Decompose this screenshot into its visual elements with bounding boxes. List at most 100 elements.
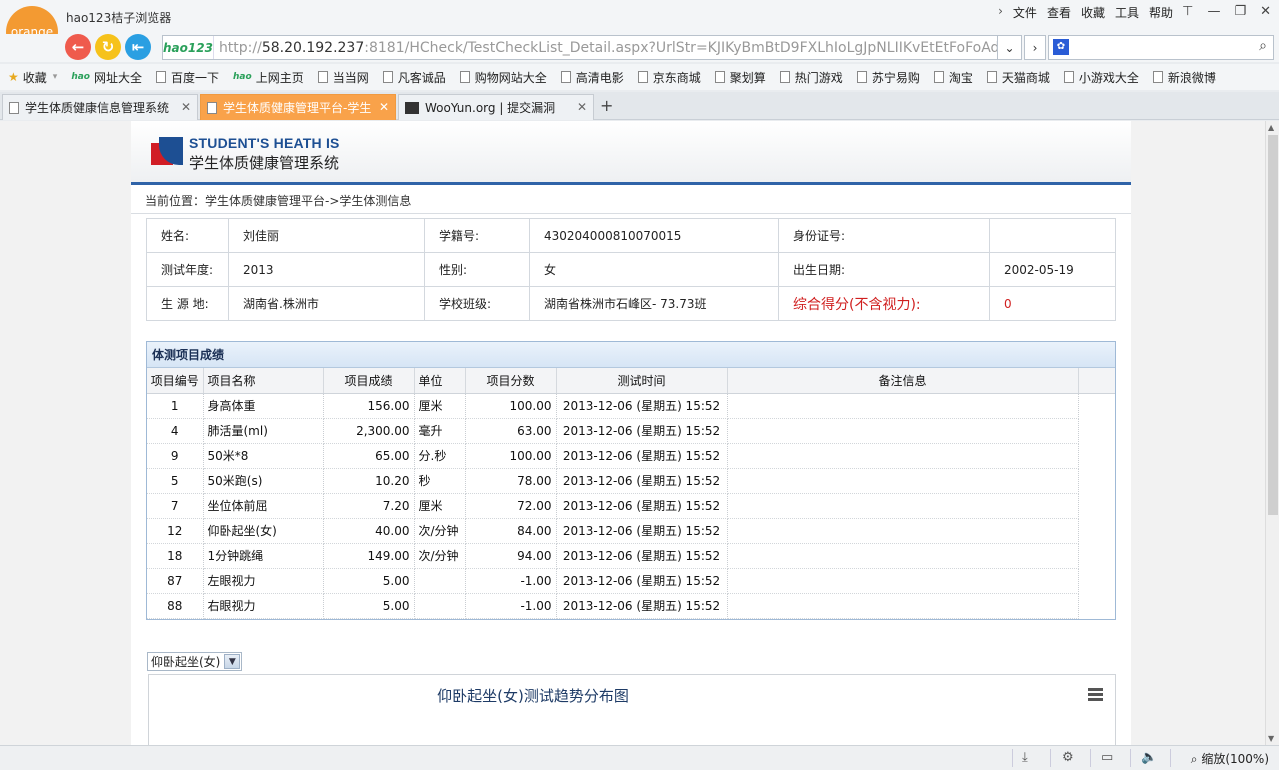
settings-gear-icon[interactable]: ⚙	[1062, 750, 1074, 765]
favorite-item[interactable]: 京东商城	[637, 69, 701, 86]
table-filler-cell	[1078, 443, 1115, 468]
total-score-label: 综合得分(不含视力):	[778, 286, 990, 321]
col-test-time: 测试时间	[556, 368, 728, 394]
table-cell: 78.00	[465, 468, 557, 494]
speaker-icon[interactable]: 🔈	[1141, 750, 1157, 765]
idcard-label: 身份证号:	[778, 218, 990, 253]
favorite-item[interactable]: 热门游戏	[779, 69, 843, 86]
favorite-label: 小游戏大全	[1078, 70, 1139, 85]
favorite-item[interactable]: 小游戏大全	[1063, 69, 1139, 86]
search-icon[interactable]: ⌕	[1259, 38, 1267, 54]
chevron-down-icon[interactable]: ▼	[224, 654, 241, 669]
window-icon[interactable]: ▭	[1101, 750, 1113, 765]
new-tab-button[interactable]: +	[600, 96, 613, 115]
table-row: 87 左眼视力 5.00 -1.00 2013-12-06 (星期五) 15:52	[147, 568, 1115, 594]
favorite-item[interactable]: 百度一下	[156, 69, 219, 86]
close-tab-icon[interactable]: ✕	[577, 100, 587, 114]
table-filler-cell	[1078, 468, 1115, 493]
menu-view[interactable]: 查看	[1047, 4, 1071, 21]
table-cell: 2013-12-06 (星期五) 15:52	[556, 443, 728, 469]
tab-health-platform[interactable]: 学生体质健康管理平台-学生 ✕	[200, 94, 396, 120]
menu-tools[interactable]: 工具	[1115, 4, 1139, 21]
minimize-button[interactable]: —	[1207, 4, 1220, 19]
table-cell	[727, 418, 1079, 444]
maximize-button[interactable]: ❐	[1234, 4, 1246, 19]
idcard-value	[989, 218, 1116, 253]
scrollbar-thumb[interactable]	[1268, 135, 1278, 515]
favorite-label: 凡客诚品	[397, 70, 446, 85]
favorite-item[interactable]: 新浪微博	[1152, 69, 1216, 86]
birth-value: 2002-05-19	[989, 252, 1116, 287]
hao123-badge-icon[interactable]: hao123	[163, 36, 214, 59]
table-cell: 5	[147, 468, 204, 494]
favorite-item[interactable]: 聚划算	[714, 69, 766, 86]
favorite-item[interactable]: 淘宝	[933, 69, 973, 86]
address-bar[interactable]: hao123 http://58.20.192.237:8181/HCheck/…	[162, 35, 1022, 60]
favorite-label: 热门游戏	[794, 70, 843, 85]
pin-icon[interactable]: ⊤	[1182, 4, 1193, 19]
table-cell: 2013-12-06 (星期五) 15:52	[556, 593, 728, 619]
favorite-item[interactable]: hao 上网主页	[233, 69, 304, 86]
tab-health-info-system[interactable]: 学生体质健康信息管理系统 ✕	[2, 94, 198, 120]
search-input[interactable]: ✿ ⌕	[1048, 35, 1274, 60]
table-cell: 2013-12-06 (星期五) 15:52	[556, 493, 728, 519]
back-button[interactable]: ←	[65, 34, 91, 60]
url-prefix: http://	[218, 39, 262, 56]
download-icon[interactable]: ⤓	[1022, 750, 1028, 765]
chart-menu-icon[interactable]	[1088, 688, 1103, 701]
page-icon	[714, 71, 725, 83]
baidu-paw-icon[interactable]: ✿	[1053, 39, 1069, 55]
page-icon	[9, 101, 19, 114]
table-cell: 10.20	[323, 468, 415, 494]
favorite-item[interactable]: 购物网站大全	[459, 69, 547, 86]
favorite-item[interactable]: 高清电影	[560, 69, 624, 86]
close-tab-icon[interactable]: ✕	[181, 100, 191, 114]
favorite-label: 苏宁易购	[871, 70, 920, 85]
chevron-right-icon[interactable]: ›	[998, 4, 1003, 21]
trend-chart: 仰卧起坐(女)测试趋势分布图	[148, 674, 1116, 745]
address-url[interactable]: http://58.20.192.237:8181/HCheck/TestChe…	[214, 39, 1022, 56]
favorite-item[interactable]: ★ 收藏 ▾	[8, 69, 57, 86]
table-cell	[727, 393, 1079, 419]
url-path: :8181/HCheck/TestCheckList_Detail.aspx?U…	[364, 39, 1022, 56]
table-row: 1 身高体重 156.00 厘米 100.00 2013-12-06 (星期五) 15:5…	[147, 393, 1115, 419]
favorite-item[interactable]: 凡客诚品	[382, 69, 446, 86]
table-cell: 63.00	[465, 418, 557, 444]
chevron-down-icon[interactable]: ▾	[53, 72, 58, 82]
wooyun-icon	[405, 101, 419, 114]
total-score-value: 0	[989, 286, 1116, 321]
forward-button[interactable]: ›	[1024, 35, 1046, 60]
table-cell: 9	[147, 443, 204, 469]
table-cell	[727, 443, 1079, 469]
scroll-up-icon[interactable]: ▲	[1268, 123, 1274, 132]
tab-wooyun[interactable]: WooYun.org | 提交漏洞 ✕	[398, 94, 594, 120]
table-cell: 2013-12-06 (星期五) 15:52	[556, 568, 728, 594]
table-cell: 50米跑(s)	[203, 468, 324, 494]
refresh-button[interactable]: ↻	[95, 34, 121, 60]
favorite-item[interactable]: 天猫商城	[986, 69, 1050, 86]
table-cell: 4	[147, 418, 204, 444]
favorite-item[interactable]: 当当网	[317, 69, 369, 86]
col-item-result: 项目成绩	[323, 368, 415, 394]
table-cell: 40.00	[323, 518, 415, 544]
item-select[interactable]: 仰卧起坐(女) ▼	[147, 652, 243, 671]
address-dropdown-icon[interactable]: ⌄	[997, 35, 1022, 60]
menu-file[interactable]: 文件	[1013, 4, 1037, 21]
name-value: 刘佳丽	[228, 218, 425, 253]
menu-favorites[interactable]: 收藏	[1081, 4, 1105, 21]
table-cell: 149.00	[323, 543, 415, 569]
favorite-item[interactable]: hao 网址大全	[71, 69, 142, 86]
home-button[interactable]: ⇤	[125, 34, 151, 60]
vertical-scrollbar[interactable]: ▲ ▼	[1265, 121, 1279, 745]
close-tab-icon[interactable]: ✕	[379, 100, 389, 114]
scroll-down-icon[interactable]: ▼	[1268, 734, 1274, 743]
origin-value: 湖南省.株洲市	[228, 286, 425, 321]
table-cell: 156.00	[323, 393, 415, 419]
table-cell: 肺活量(ml)	[203, 418, 324, 444]
favorite-item[interactable]: 苏宁易购	[856, 69, 920, 86]
zoom-level[interactable]: ⌕ 缩放(100%)	[1191, 750, 1269, 767]
close-button[interactable]: ✕	[1260, 4, 1271, 19]
table-cell: 5.00	[323, 568, 415, 594]
menu-help[interactable]: 帮助	[1149, 4, 1173, 21]
table-cell: 12	[147, 518, 204, 544]
